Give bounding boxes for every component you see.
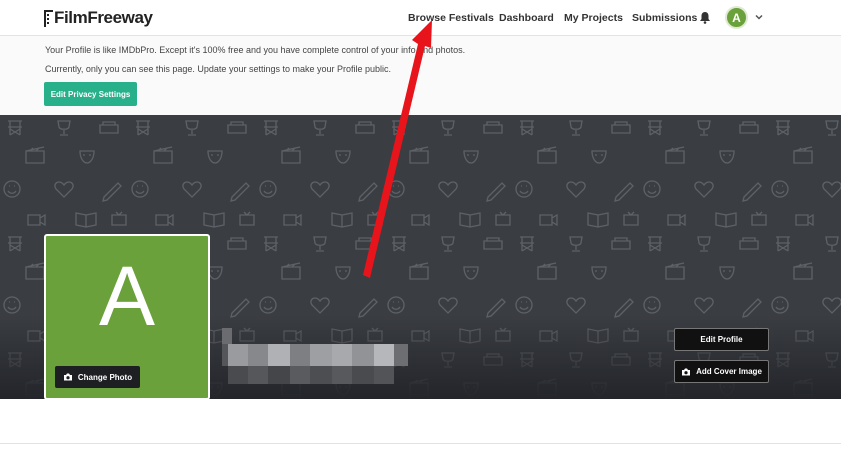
annotation-arrow-icon xyxy=(363,20,432,278)
